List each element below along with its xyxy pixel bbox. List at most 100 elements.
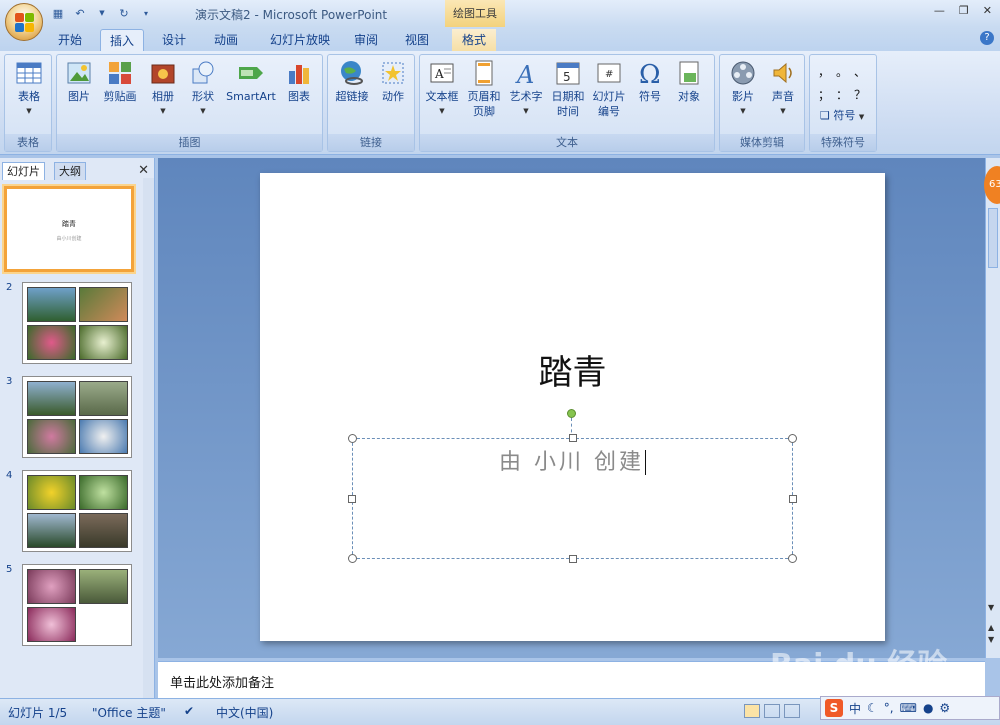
undo-dropdown-icon[interactable]: ▼ <box>94 5 110 21</box>
resize-handle-w[interactable] <box>348 495 356 503</box>
theme-name: "Office 主题" <box>92 706 166 720</box>
movie-button[interactable]: 影片 ▼ <box>724 59 762 119</box>
redo-icon[interactable]: ↻ <box>116 5 132 21</box>
symbol-semicolon[interactable]: ； <box>818 86 836 103</box>
action-button[interactable]: 动作 <box>374 59 412 104</box>
object-button[interactable]: 对象 <box>670 59 708 104</box>
action-icon <box>379 59 407 87</box>
restore-icon[interactable]: ❐ <box>959 4 969 17</box>
wordart-button[interactable]: A 艺术字 ▼ <box>506 59 546 119</box>
tab-design[interactable]: 设计 <box>152 29 196 51</box>
symbol-comma[interactable]: ， <box>818 63 836 80</box>
chevron-down-icon: ▼ <box>160 107 166 115</box>
slideshow-view-icon[interactable] <box>784 704 800 718</box>
tab-outline[interactable]: 大纲 <box>54 162 86 180</box>
hyperlink-label: 超链接 <box>335 90 369 103</box>
customize-qat-icon[interactable]: ▾ <box>138 5 154 21</box>
svg-text:Ω: Ω <box>639 60 661 87</box>
resize-handle-se[interactable] <box>788 554 797 563</box>
slide-number-button[interactable]: # 幻灯片 编号 <box>588 59 630 119</box>
slides-panel-scrollbar[interactable] <box>143 178 154 698</box>
resize-handle-nw[interactable] <box>348 434 357 443</box>
previous-slide-icon[interactable]: ▲ <box>988 623 994 632</box>
slide-number: 4 <box>6 470 13 481</box>
tab-view[interactable]: 视图 <box>395 29 439 51</box>
symbol-colon[interactable]: ： <box>836 86 854 103</box>
photo-thumb <box>79 419 128 454</box>
language-indicator[interactable]: 中文(中国) <box>216 704 273 721</box>
next-slide-icon[interactable]: ▼ <box>988 635 994 644</box>
tab-review[interactable]: 审阅 <box>344 29 388 51</box>
header-footer-label: 页眉和 <box>467 90 501 103</box>
moon-icon[interactable]: ☾ <box>867 701 878 715</box>
symbol-question[interactable]: ？ <box>854 86 872 103</box>
group-links-name: 链接 <box>328 134 414 151</box>
ime-mode[interactable]: 中 <box>849 700 861 717</box>
smartart-label: SmartArt <box>226 90 276 103</box>
hyperlink-button[interactable]: 超链接 <box>332 59 372 104</box>
slide-title[interactable]: 踏青 <box>260 345 885 394</box>
header-footer-button[interactable]: 页眉和 页脚 <box>464 59 504 119</box>
symbol-enum-comma[interactable]: 、 <box>854 63 872 80</box>
speaker-icon <box>769 59 797 87</box>
settings-icon[interactable]: ⚙ <box>939 701 950 715</box>
tab-slideshow[interactable]: 幻灯片放映 <box>258 29 342 51</box>
datetime-button[interactable]: 5 日期和 时间 <box>548 59 588 119</box>
save-icon[interactable]: ▦ <box>50 5 66 21</box>
slide-number: 3 <box>6 376 13 387</box>
tab-slides[interactable]: 幻灯片 <box>2 162 45 180</box>
user-icon[interactable]: ● <box>923 701 933 715</box>
sorter-view-icon[interactable] <box>764 704 780 718</box>
resize-handle-s[interactable] <box>569 555 577 563</box>
minimize-icon[interactable]: — <box>934 4 945 17</box>
subtitle-placeholder[interactable]: 由 小川 创建​ <box>348 434 797 563</box>
shapes-label: 形状 <box>192 90 214 103</box>
help-icon[interactable]: ? <box>980 31 994 45</box>
chart-button[interactable]: 图表 <box>281 59 317 104</box>
table-button[interactable]: 表格 ▼ <box>9 59 49 119</box>
tab-insert[interactable]: 插入 <box>100 29 144 51</box>
symbol-period[interactable]: 。 <box>836 63 854 80</box>
rotation-handle[interactable] <box>567 409 576 418</box>
tab-animation[interactable]: 动画 <box>204 29 248 51</box>
slide-thumb-preview <box>22 470 132 552</box>
resize-handle-e[interactable] <box>789 495 797 503</box>
resize-handle-sw[interactable] <box>348 554 357 563</box>
normal-view-icon[interactable] <box>744 704 760 718</box>
vertical-scrollbar[interactable]: ▼ ▲ ▼ <box>985 158 1000 658</box>
resize-handle-n[interactable] <box>569 434 577 442</box>
bullet-icon: ❑ <box>820 109 830 122</box>
tab-format[interactable]: 格式 <box>452 29 496 51</box>
object-icon <box>675 59 703 87</box>
undo-icon[interactable]: ↶ <box>72 5 88 21</box>
sogou-icon[interactable]: S <box>825 699 843 717</box>
textbox-button[interactable]: A 文本框 ▼ <box>422 59 462 119</box>
spellcheck-icon[interactable]: ✔ <box>184 704 194 718</box>
scrollbar-thumb[interactable] <box>988 208 998 268</box>
chevron-down-icon: ▼ <box>858 113 865 121</box>
resize-handle-ne[interactable] <box>788 434 797 443</box>
header-footer-icon <box>470 59 498 87</box>
smartart-button[interactable]: SmartArt <box>223 59 279 104</box>
sound-button[interactable]: 声音 ▼ <box>764 59 802 119</box>
close-icon[interactable]: ✕ <box>983 4 992 17</box>
tab-home[interactable]: 开始 <box>50 29 90 51</box>
window-title: 演示文稿2 - Microsoft PowerPoint <box>195 8 388 22</box>
office-button[interactable] <box>5 3 43 41</box>
notes-placeholder[interactable]: 单击此处添加备注 <box>170 672 274 691</box>
slide-canvas[interactable]: 踏青 由 小川 创建​ <box>260 173 885 641</box>
shapes-button[interactable]: 形状 ▼ <box>185 59 221 119</box>
keyboard-icon[interactable]: ⌨ <box>900 701 917 715</box>
textbox-label: 文本框 <box>425 90 459 103</box>
punctuation-icon[interactable]: °, <box>884 701 894 715</box>
symbol-button[interactable]: Ω 符号 <box>632 59 668 104</box>
picture-button[interactable]: 图片 <box>61 59 97 104</box>
clipart-button[interactable]: 剪贴画 <box>99 59 141 104</box>
album-button[interactable]: 相册 ▼ <box>145 59 181 119</box>
special-symbol-button[interactable]: ❑ 符号 ▼ <box>820 107 864 123</box>
group-links: 超链接 动作 链接 <box>327 54 415 152</box>
photo-thumb <box>27 381 76 416</box>
scroll-down-icon[interactable]: ▼ <box>988 603 994 612</box>
subtitle-text[interactable]: 由 小川 创建​ <box>353 444 792 476</box>
close-panel-icon[interactable]: ✕ <box>138 163 149 178</box>
